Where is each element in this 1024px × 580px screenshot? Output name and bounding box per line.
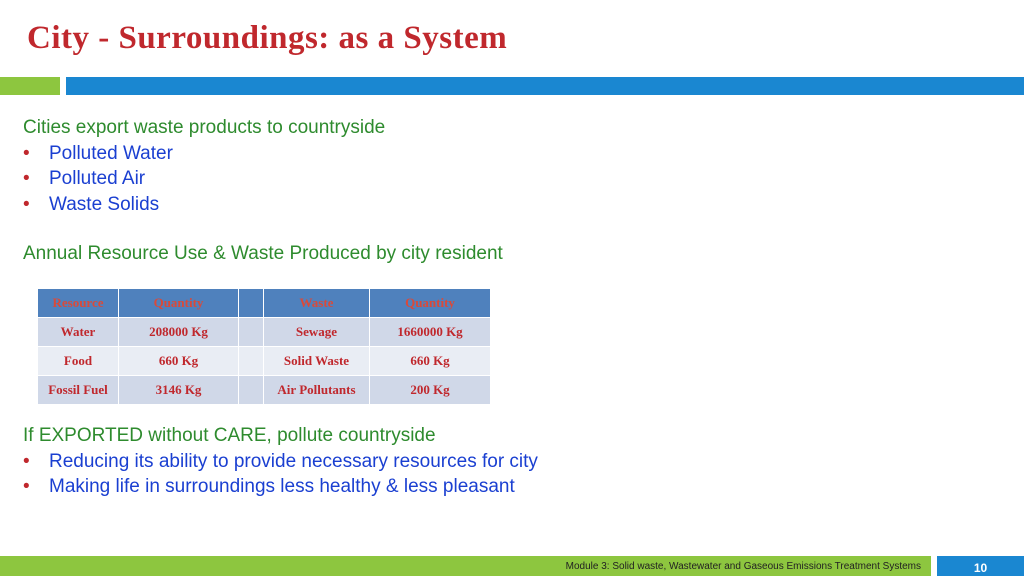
care-bullet-list: • Reducing its ability to provide necessa… <box>23 449 538 500</box>
header-bar-green <box>0 77 60 95</box>
table-cell: 208000 Kg <box>118 317 239 347</box>
table-cell <box>238 346 264 376</box>
table-header-cell: Quantity <box>369 288 491 318</box>
table-cell: Solid Waste <box>263 346 370 376</box>
table-cell: 3146 Kg <box>118 375 239 405</box>
export-bullet-list: • Polluted Water • Polluted Air • Waste Sol… <box>23 141 385 218</box>
table-cell: Food <box>37 346 119 376</box>
table-cell: Air Pollutants <box>263 375 370 405</box>
table-cell: Water <box>37 317 119 347</box>
section-export-care-heading: If EXPORTED without CARE, pollute countr… <box>23 425 436 446</box>
header-bar-blue <box>66 77 1024 95</box>
page-number: 10 <box>937 556 1024 576</box>
table-header-cell: Resource <box>37 288 119 318</box>
list-item: • Polluted Water <box>23 141 385 167</box>
table-cell <box>238 375 264 405</box>
table-row: Water 208000 Kg Sewage 1660000 Kg <box>37 317 491 347</box>
table-header-cell <box>238 288 264 318</box>
list-item: • Polluted Air <box>23 166 385 192</box>
bullet-icon: • <box>23 476 30 497</box>
section-export-heading: Cities export waste products to countrys… <box>23 117 386 138</box>
table-row: Fossil Fuel 3146 Kg Air Pollutants 200 K… <box>37 375 491 405</box>
table-cell <box>238 317 264 347</box>
list-item: • Making life in surroundings less health… <box>23 474 538 500</box>
table-header-row: Resource Quantity Waste Quantity <box>37 288 491 318</box>
bullet-icon: • <box>23 193 30 215</box>
section-export: Cities export waste products to countrys… <box>23 115 385 217</box>
table-cell: 660 Kg <box>118 346 239 376</box>
bullet-icon: • <box>23 142 30 164</box>
list-item: • Reducing its ability to provide necessa… <box>23 449 538 475</box>
bullet-icon: • <box>23 450 30 472</box>
resource-waste-table: Resource Quantity Waste Quantity Water 2… <box>37 288 491 405</box>
table-cell: 200 Kg <box>369 375 491 405</box>
table-header-cell: Quantity <box>118 288 239 318</box>
table-cell: 1660000 Kg <box>369 317 491 347</box>
section-export-care: If EXPORTED without CARE, pollute countr… <box>23 423 538 500</box>
table-cell: 660 Kg <box>369 346 491 376</box>
section-annual-heading: Annual Resource Use & Waste Produced by … <box>23 243 503 264</box>
list-item: • Waste Solids <box>23 192 385 218</box>
slide-title: City - Surroundings: as a System <box>27 20 508 56</box>
bullet-icon: • <box>23 168 30 189</box>
table-header-cell: Waste <box>263 288 370 318</box>
table-cell: Sewage <box>263 317 370 347</box>
footer-module-text: Module 3: Solid waste, Wastewater and Ga… <box>565 561 921 572</box>
table-row: Food 660 Kg Solid Waste 660 Kg <box>37 346 491 376</box>
table-cell: Fossil Fuel <box>37 375 119 405</box>
